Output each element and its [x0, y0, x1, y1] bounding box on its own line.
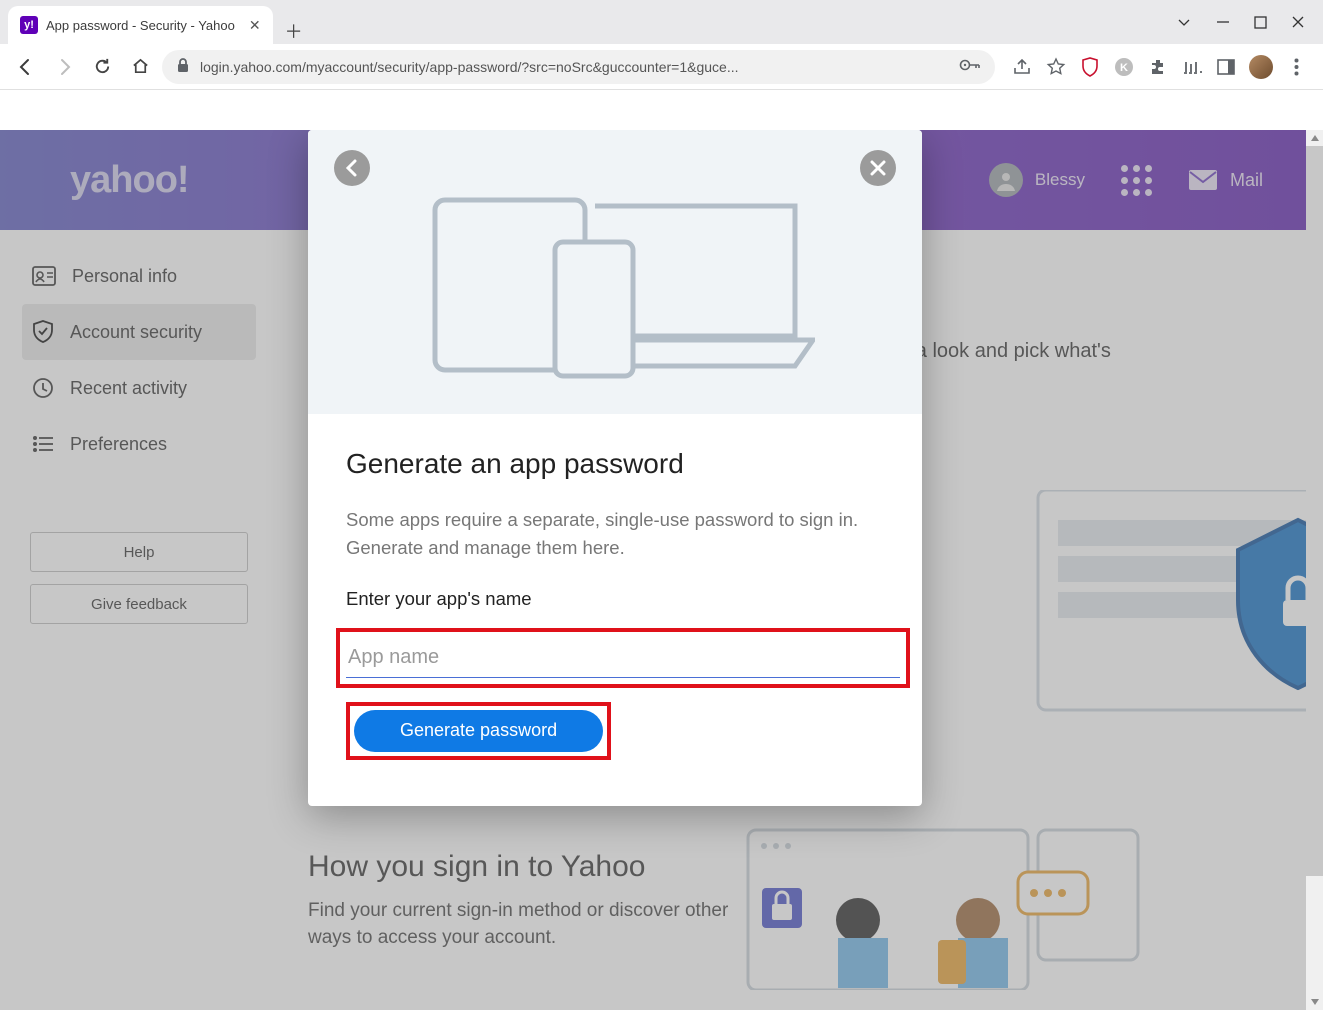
highlight-box-input: [336, 628, 910, 688]
lock-icon: [176, 57, 190, 76]
page-area: yahoo! Blessy Mail: [0, 130, 1323, 1010]
window-minimize-icon[interactable]: [1216, 15, 1230, 29]
devices-icon: [415, 182, 815, 382]
browser-toolbar: login.yahoo.com/myaccount/security/app-p…: [0, 44, 1323, 90]
media-control-icon[interactable]: [1181, 56, 1203, 78]
svg-text:K: K: [1120, 62, 1128, 74]
mcafee-ext-icon[interactable]: [1079, 56, 1101, 78]
app-password-modal: Generate an app password Some apps requi…: [308, 130, 922, 806]
browser-tab[interactable]: y! App password - Security - Yahoo ✕: [8, 6, 273, 44]
new-tab-button[interactable]: ＋: [279, 18, 309, 44]
modal-description: Some apps require a separate, single-use…: [346, 506, 884, 562]
highlight-box-button: Generate password: [346, 702, 611, 760]
generate-password-button[interactable]: Generate password: [354, 710, 603, 752]
tab-favicon-icon: y!: [20, 16, 38, 34]
tab-title: App password - Security - Yahoo: [46, 18, 235, 33]
close-icon: [870, 160, 886, 176]
tab-strip: y! App password - Security - Yahoo ✕ ＋: [0, 0, 309, 44]
spacer: [0, 90, 1323, 130]
profile-avatar-icon[interactable]: [1249, 55, 1273, 79]
window-titlebar: y! App password - Security - Yahoo ✕ ＋: [0, 0, 1323, 44]
extensions-icon[interactable]: [1147, 56, 1169, 78]
modal-close-button[interactable]: [860, 150, 896, 186]
scroll-up-icon[interactable]: [1306, 130, 1323, 146]
vertical-scrollbar[interactable]: [1306, 130, 1323, 1010]
modal-back-button[interactable]: [334, 150, 370, 186]
scroll-thumb[interactable]: [1306, 146, 1323, 876]
toolbar-right: K: [1001, 55, 1313, 79]
scroll-down-icon[interactable]: [1306, 994, 1323, 1010]
sidepanel-icon[interactable]: [1215, 56, 1237, 78]
nav-forward-button[interactable]: [48, 51, 80, 83]
address-bar[interactable]: login.yahoo.com/myaccount/security/app-p…: [162, 50, 995, 84]
nav-back-button[interactable]: [10, 51, 42, 83]
window-controls: [1176, 0, 1323, 44]
tab-close-icon[interactable]: ✕: [249, 17, 261, 34]
modal-illustration: [308, 130, 922, 414]
share-icon[interactable]: [1011, 56, 1033, 78]
tabs-dropdown-icon[interactable]: [1176, 14, 1192, 30]
window-maximize-icon[interactable]: [1254, 16, 1267, 29]
app-name-label: Enter your app's name: [346, 588, 884, 610]
bookmark-star-icon[interactable]: [1045, 56, 1067, 78]
window-close-icon[interactable]: [1291, 15, 1305, 29]
chrome-menu-icon[interactable]: [1285, 56, 1307, 78]
key-icon[interactable]: [959, 58, 981, 75]
app-name-input[interactable]: [346, 638, 900, 678]
url-text: login.yahoo.com/myaccount/security/app-p…: [200, 59, 949, 75]
ext-k-icon[interactable]: K: [1113, 56, 1135, 78]
chevron-left-icon: [344, 159, 360, 177]
reload-button[interactable]: [86, 51, 118, 83]
modal-title: Generate an app password: [346, 448, 884, 480]
home-button[interactable]: [124, 51, 156, 83]
